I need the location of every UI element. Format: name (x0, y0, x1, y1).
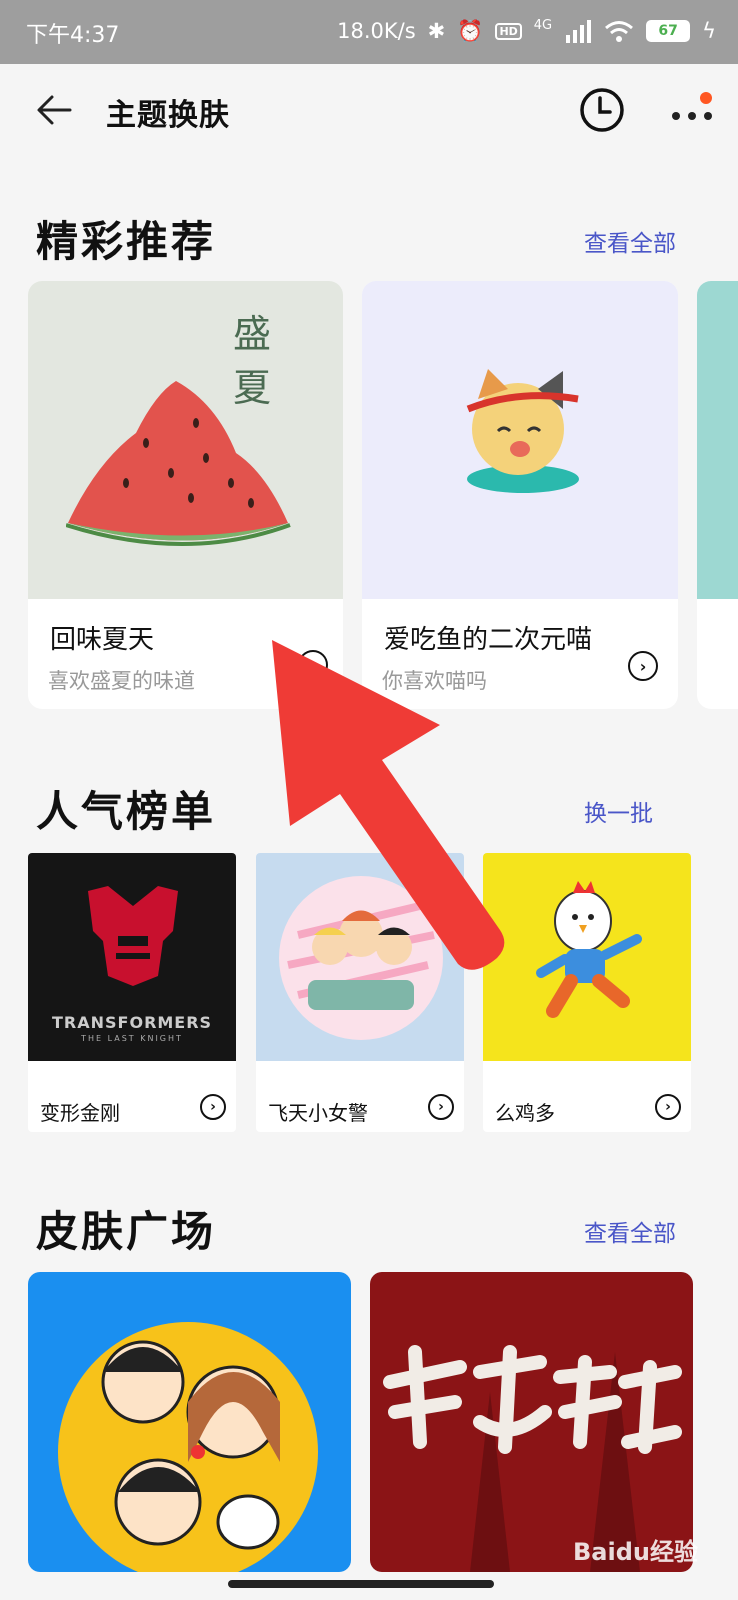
home-indicator[interactable] (228, 1580, 494, 1588)
baidu-watermark: Baidu经验 (573, 1538, 698, 1566)
annotation-arrow (272, 640, 505, 970)
